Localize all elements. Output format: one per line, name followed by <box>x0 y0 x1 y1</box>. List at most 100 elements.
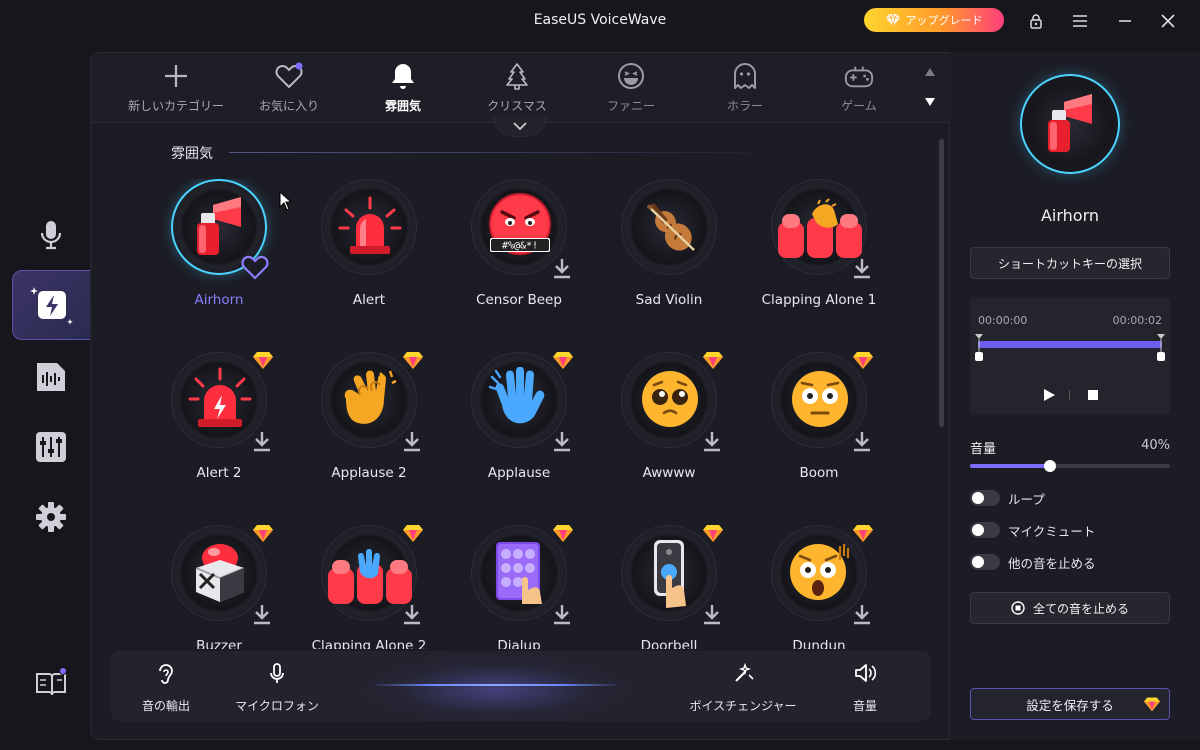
voice-changer-label: ボイスチェンジャー <box>689 699 797 713</box>
tab-atmosphere[interactable]: 雰囲気 <box>348 53 458 123</box>
speaker-icon <box>855 664 876 682</box>
download-icon[interactable] <box>402 430 422 452</box>
stop-all-label: 全ての音を止める <box>1032 601 1129 616</box>
tab-horror[interactable]: ホラー <box>690 53 800 123</box>
doorbell-icon <box>654 540 686 608</box>
play-icon[interactable] <box>1042 388 1056 402</box>
sound-card-doorbell[interactable]: Doorbell <box>594 525 744 649</box>
download-icon[interactable] <box>852 603 872 625</box>
download-icon[interactable] <box>702 430 722 452</box>
collapse-tabs-button[interactable] <box>493 115 547 137</box>
sound-card-alert[interactable]: Alert <box>294 179 444 339</box>
sidebar-item-voice-library[interactable] <box>12 342 90 412</box>
plus-icon <box>165 65 187 87</box>
tab-christmas[interactable]: クリスマス <box>462 53 572 123</box>
download-icon[interactable] <box>552 257 572 279</box>
keypad-icon <box>496 542 542 604</box>
stop-others-toggle[interactable]: 他の音を止める <box>970 552 1096 572</box>
soundwave-icon <box>37 363 65 391</box>
tab-funny[interactable]: ファニー <box>576 53 686 123</box>
save-settings-button[interactable]: 設定を保存する <box>970 688 1170 720</box>
loop-toggle[interactable]: ループ <box>970 488 1045 508</box>
airhorn-icon <box>197 197 241 255</box>
sound-name: Alert <box>352 292 386 308</box>
hamburger-icon <box>1073 15 1087 27</box>
upgrade-button[interactable]: アップグレード <box>864 8 1004 32</box>
download-icon[interactable] <box>252 430 272 452</box>
close-button[interactable] <box>1155 8 1181 34</box>
premium-gem-icon <box>553 525 573 542</box>
sound-output-label: 音の輸出 <box>141 699 190 713</box>
sound-card-applause-2[interactable]: Applause 2 <box>294 352 444 512</box>
scrollbar[interactable] <box>939 139 944 427</box>
airhorn-icon <box>1048 94 1092 152</box>
triangle-up-icon[interactable] <box>924 67 936 77</box>
trim-end-handle[interactable] <box>1156 334 1166 362</box>
mic-mute-switch[interactable] <box>970 522 1000 538</box>
sound-card-buzzer[interactable]: Buzzer <box>144 525 294 649</box>
sound-card-clapping-alone-1[interactable]: Clapping Alone 1 <box>744 179 894 339</box>
download-icon[interactable] <box>852 430 872 452</box>
sound-name: Censor Beep <box>476 292 562 308</box>
triangle-down-icon[interactable] <box>924 97 936 107</box>
playback-track[interactable] <box>978 341 1162 348</box>
heart-icon <box>275 62 303 89</box>
download-icon[interactable] <box>552 430 572 452</box>
guide-book-icon <box>36 667 67 696</box>
lock-button[interactable] <box>1023 8 1049 34</box>
sound-card-alert-2[interactable]: Alert 2 <box>144 352 294 512</box>
sidebar-item-microphone[interactable] <box>12 200 90 270</box>
loop-switch[interactable] <box>970 490 1000 506</box>
sidebar-item-settings[interactable] <box>12 482 90 552</box>
sound-card-boom[interactable]: Boom <box>744 352 894 512</box>
voice-changer-button[interactable]: ボイスチェンジャー <box>683 651 803 721</box>
minimize-button[interactable] <box>1112 8 1138 34</box>
sound-card-awwww[interactable]: Awwww <box>594 352 744 512</box>
bell-icon <box>392 64 414 89</box>
stop-icon[interactable] <box>1087 389 1099 401</box>
sound-card-applause[interactable]: Applause <box>444 352 594 512</box>
sound-card-dialup[interactable]: Dialup <box>444 525 594 649</box>
section-header: 雰囲気 <box>171 143 821 163</box>
time-start: 00:00:00 <box>978 314 1028 327</box>
volume-knob[interactable] <box>1044 460 1056 472</box>
tab-favorites[interactable]: お気に入り <box>234 53 344 123</box>
sound-card-sad-violin[interactable]: Sad Violin <box>594 179 744 339</box>
lock-icon <box>1030 14 1042 29</box>
mic-mute-toggle[interactable]: マイクミュート <box>970 520 1095 540</box>
sound-name: Applause <box>487 465 551 481</box>
microphone-button[interactable]: マイクロフォン <box>227 651 327 721</box>
menu-button[interactable] <box>1067 8 1093 34</box>
trim-start-handle[interactable] <box>974 334 984 362</box>
volume-slider[interactable] <box>970 460 1170 472</box>
sound-name: Airhorn <box>194 292 244 308</box>
sound-card-clapping-alone-2[interactable]: Clapping Alone 2 <box>294 525 444 649</box>
download-icon[interactable] <box>852 257 872 279</box>
premium-gem-icon <box>253 352 273 369</box>
shortcut-key-button[interactable]: ショートカットキーの選択 <box>970 247 1170 279</box>
guide-button[interactable] <box>12 648 90 718</box>
stop-all-button[interactable]: 全ての音を止める <box>970 592 1170 624</box>
tab-new-category[interactable]: 新しいカテゴリー <box>121 53 231 123</box>
volume-button[interactable]: 音量 <box>835 651 895 721</box>
sound-name: Clapping Alone 2 <box>311 638 427 649</box>
volume-title: 音量 <box>970 442 997 457</box>
favorite-heart-icon[interactable] <box>240 253 270 281</box>
sound-card-dundun[interactable]: Dundun <box>744 525 894 649</box>
shortcut-key-label: ショートカットキーの選択 <box>997 256 1142 271</box>
download-icon[interactable] <box>252 603 272 625</box>
bottom-toolbar: 音の輸出 マイクロフォン ボイスチェンジャー 音量 <box>111 651 931 721</box>
sidebar-item-mixer[interactable] <box>12 412 90 482</box>
download-icon[interactable] <box>552 603 572 625</box>
tab-game[interactable]: ゲーム <box>804 53 914 123</box>
download-icon[interactable] <box>702 603 722 625</box>
shocked-face-icon <box>790 544 850 600</box>
stop-others-switch[interactable] <box>970 554 1000 570</box>
sound-output-button[interactable]: 音の輸出 <box>121 651 211 721</box>
download-icon[interactable] <box>402 603 422 625</box>
sidebar-item-soundboard[interactable] <box>12 270 90 340</box>
sound-card-airhorn[interactable]: Airhorn <box>144 179 294 339</box>
sound-card-censor-beep[interactable]: #%@&*! Censor Beep <box>444 179 594 339</box>
angry-face-icon: #%@&*! <box>489 193 551 255</box>
clapping-hands-icon <box>344 370 397 424</box>
